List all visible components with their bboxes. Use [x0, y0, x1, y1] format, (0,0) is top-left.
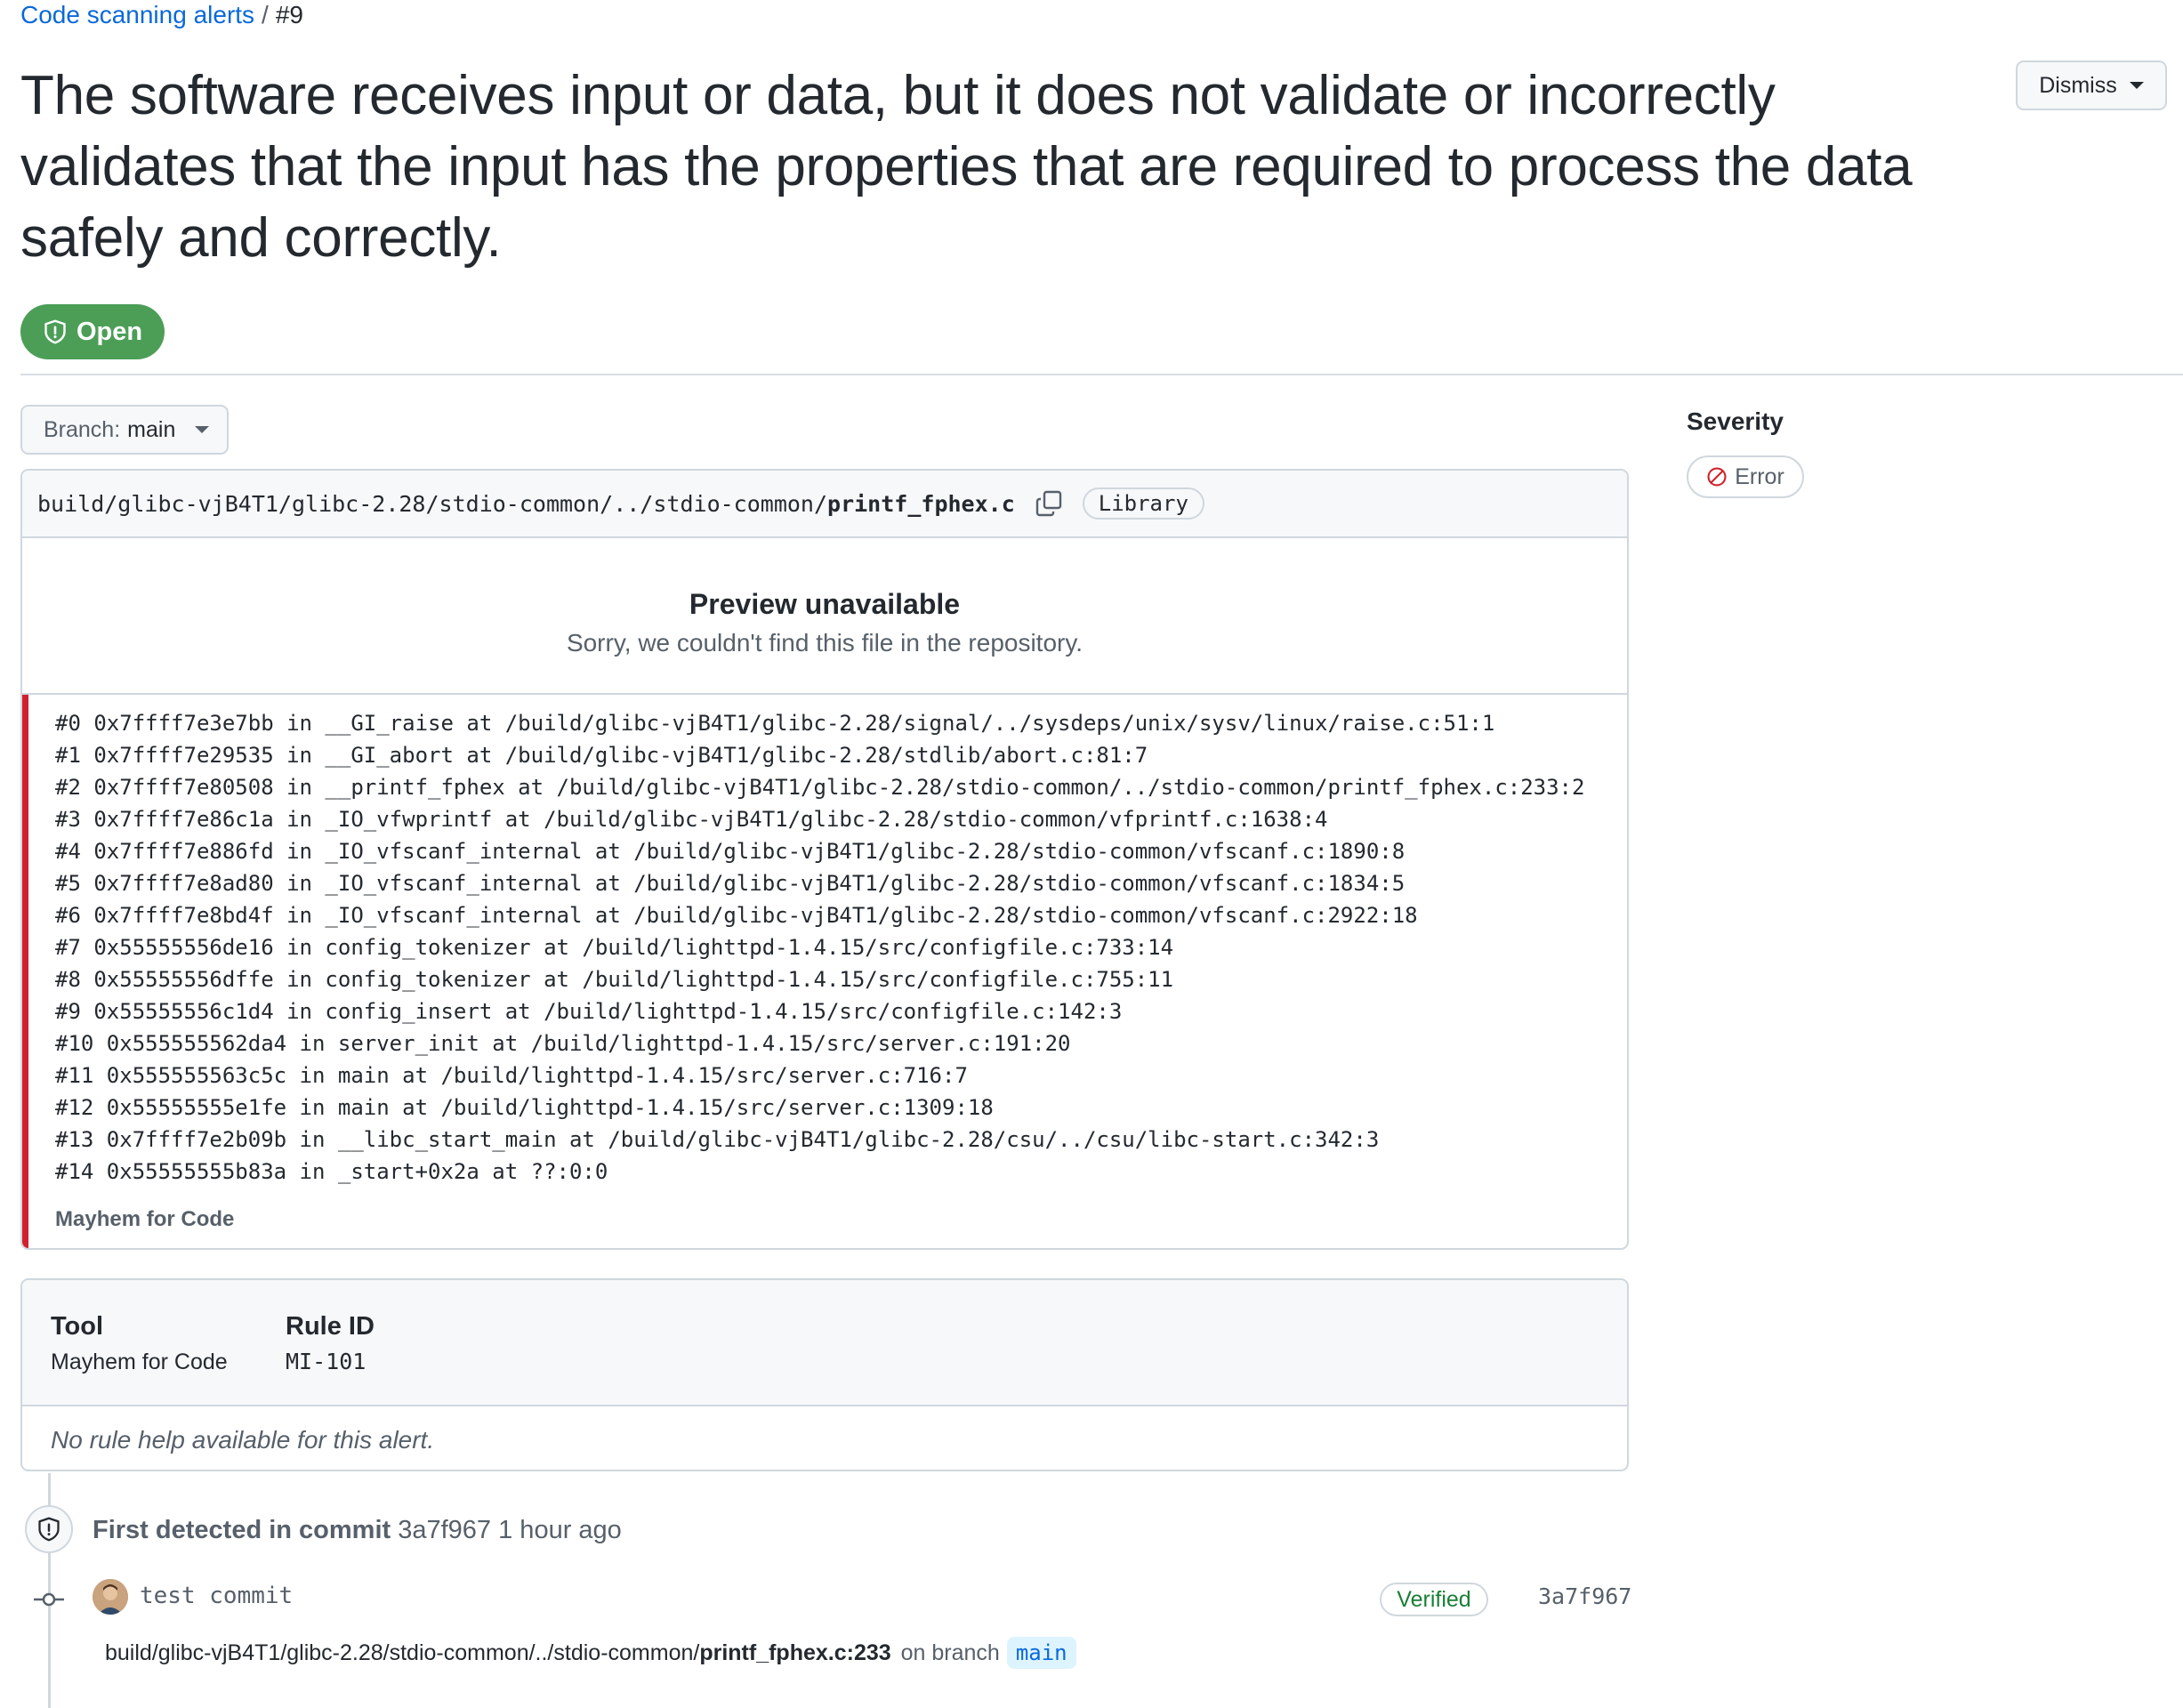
header-divider	[20, 374, 2183, 375]
trace-line: #3 0x7ffff7e86c1a in _IO_vfwprintf at /b…	[55, 807, 1328, 832]
trace-line: #10 0x555555562da4 in server_init at /bu…	[55, 1031, 1071, 1056]
preview-title: Preview unavailable	[689, 588, 961, 620]
branch-select-button[interactable]: Branch: main	[20, 405, 229, 455]
stop-icon	[1707, 467, 1727, 487]
rule-header: Tool Mayhem for Code Rule ID MI-101	[22, 1280, 1627, 1406]
dismiss-label: Dismiss	[2039, 72, 2117, 98]
on-branch-text: on branch	[900, 1640, 1000, 1665]
location-path-base: build/glibc-vjB4T1/glibc-2.28/stdio-comm…	[105, 1640, 700, 1665]
commit-sha-link[interactable]: 3a7f967	[1538, 1583, 1631, 1609]
status-label: Open	[76, 317, 143, 346]
shield-icon	[38, 1517, 60, 1542]
trace-line: #0 0x7ffff7e3e7bb in __GI_raise at /buil…	[55, 711, 1495, 736]
preview-unavailable: Preview unavailable Sorry, we couldn't f…	[22, 538, 1627, 695]
location-file: printf_fphex.c:233	[699, 1640, 891, 1665]
dismiss-button[interactable]: Dismiss	[2016, 60, 2167, 110]
commit-message[interactable]: test commit	[140, 1583, 293, 1609]
trace-line: #2 0x7ffff7e80508 in __printf_fphex at /…	[55, 775, 1585, 800]
branch-pill[interactable]: main	[1006, 1637, 1076, 1669]
trace-line: #9 0x55555556c1d4 in config_insert at /b…	[55, 999, 1123, 1024]
chevron-down-icon	[195, 426, 210, 433]
tool-column: Tool Mayhem for Code	[51, 1310, 228, 1378]
breadcrumb-separator: /	[262, 1, 269, 28]
git-commit-icon	[34, 1592, 64, 1607]
preview-subtitle: Sorry, we couldn't find this file in the…	[566, 629, 1083, 657]
first-detected: First detected in commit 3a7f967 1 hour …	[93, 1514, 622, 1546]
trace-line: #11 0x555555563c5c in main at /build/lig…	[55, 1063, 968, 1088]
file-path-base: build/glibc-vjB4T1/glibc-2.28/stdio-comm…	[37, 490, 828, 517]
branch-prefix: Branch:	[44, 416, 121, 442]
tool-value: Mayhem for Code	[51, 1349, 228, 1374]
trace-line: #12 0x55555555e1fe in main at /build/lig…	[55, 1095, 994, 1120]
trace-line: #4 0x7ffff7e886fd in _IO_vfscanf_interna…	[55, 839, 1406, 864]
tool-label: Tool	[51, 1312, 104, 1341]
trace-line: #8 0x55555556dffe in config_tokenizer at…	[55, 967, 1174, 992]
first-detected-time: 1 hour ago	[498, 1516, 622, 1544]
trace-line: #6 0x7ffff7e8bd4f in _IO_vfscanf_interna…	[55, 903, 1418, 928]
file-path-filename: printf_fphex.c	[827, 490, 1015, 517]
library-label: Library	[1082, 487, 1204, 520]
status-badge: Open	[20, 304, 165, 359]
breadcrumb-code-scanning-link[interactable]: Code scanning alerts	[20, 1, 254, 28]
alert-title: The software receives input or data, but…	[20, 65, 1913, 269]
breadcrumb-alert-number: #9	[275, 1, 303, 28]
file-header: build/glibc-vjB4T1/glibc-2.28/stdio-comm…	[22, 471, 1627, 538]
rule-id-value: MI-101	[286, 1349, 367, 1374]
rule-box: Tool Mayhem for Code Rule ID MI-101 No r…	[20, 1278, 1629, 1471]
copy-icon[interactable]	[1035, 489, 1063, 518]
trace-line: #7 0x55555556de16 in config_tokenizer at…	[55, 935, 1174, 960]
first-detected-commit-link[interactable]: 3a7f967	[398, 1516, 491, 1544]
severity-badge: Error	[1687, 455, 1804, 498]
first-detected-prefix: First detected in commit	[93, 1516, 391, 1544]
rule-help-text: No rule help available for this alert.	[51, 1426, 435, 1454]
rule-id-label: Rule ID	[286, 1312, 375, 1341]
severity-label: Severity	[1687, 407, 1784, 435]
breadcrumb: Code scanning alerts / #9	[20, 0, 303, 30]
shield-icon	[44, 319, 66, 344]
trace-tool-name: Mayhem for Code	[55, 1207, 235, 1231]
trace-line: #5 0x7ffff7e8ad80 in _IO_vfscanf_interna…	[55, 871, 1406, 896]
severity-value: Error	[1735, 463, 1784, 489]
trace-line: #1 0x7ffff7e29535 in __GI_abort at /buil…	[55, 743, 1148, 768]
rule-id-column: Rule ID MI-101	[286, 1310, 375, 1378]
stack-trace: #0 0x7ffff7e3e7bb in __GI_raise at /buil…	[22, 695, 1627, 1248]
verified-badge[interactable]: Verified	[1380, 1583, 1488, 1616]
commit-location: build/glibc-vjB4T1/glibc-2.28/stdio-comm…	[105, 1637, 1076, 1669]
trace-line: #13 0x7ffff7e2b09b in __libc_start_main …	[55, 1127, 1380, 1152]
trace-line: #14 0x55555555b83a in _start+0x2a at ??:…	[55, 1159, 608, 1184]
branch-name: main	[127, 416, 176, 442]
file-box: build/glibc-vjB4T1/glibc-2.28/stdio-comm…	[20, 469, 1629, 1250]
chevron-down-icon	[2129, 82, 2144, 89]
avatar[interactable]	[93, 1579, 128, 1615]
timeline-shield-badge	[25, 1505, 73, 1553]
